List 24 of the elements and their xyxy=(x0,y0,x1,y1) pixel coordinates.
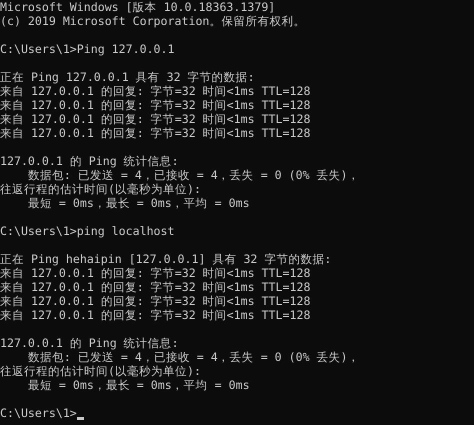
console-line: 来自 127.0.0.1 的回复: 字节=32 时间<1ms TTL=128 xyxy=(0,98,310,112)
console-line: 最短 = 0ms，最长 = 0ms，平均 = 0ms xyxy=(26,378,250,392)
console-line: 来自 127.0.0.1 的回复: 字节=32 时间<1ms TTL=128 xyxy=(0,266,310,280)
console-line: 来自 127.0.0.1 的回复: 字节=32 时间<1ms TTL=128 xyxy=(0,280,310,294)
command-prompt: C:\Users\1> xyxy=(0,406,77,420)
console-line: Microsoft Windows [版本 10.0.18363.1379] xyxy=(0,0,276,14)
console-line: C:\Users\1>ping localhost xyxy=(0,224,175,238)
console-line: 正在 Ping hehaipin [127.0.0.1] 具有 32 字节的数据: xyxy=(0,252,332,266)
console-line: 127.0.0.1 的 Ping 统计信息: xyxy=(0,154,179,168)
console-line: 数据包: 已发送 = 4，已接收 = 4，丢失 = 0 (0% 丢失)， xyxy=(26,350,360,364)
console-line: 来自 127.0.0.1 的回复: 字节=32 时间<1ms TTL=128 xyxy=(0,126,310,140)
console-line: 往返行程的估计时间(以毫秒为单位): xyxy=(0,364,201,378)
text-cursor xyxy=(76,417,84,420)
console-line: 数据包: 已发送 = 4，已接收 = 4，丢失 = 0 (0% 丢失)， xyxy=(26,168,360,182)
console-line: 127.0.0.1 的 Ping 统计信息: xyxy=(0,336,179,350)
console-line: 最短 = 0ms，最长 = 0ms，平均 = 0ms xyxy=(26,196,250,210)
console-line: C:\Users\1>Ping 127.0.0.1 xyxy=(0,42,175,56)
console-line: (c) 2019 Microsoft Corporation。保留所有权利。 xyxy=(0,14,306,28)
console-line: 来自 127.0.0.1 的回复: 字节=32 时间<1ms TTL=128 xyxy=(0,294,310,308)
console-line: 往返行程的估计时间(以毫秒为单位): xyxy=(0,182,201,196)
console-line: 来自 127.0.0.1 的回复: 字节=32 时间<1ms TTL=128 xyxy=(0,308,310,322)
console-line: 来自 127.0.0.1 的回复: 字节=32 时间<1ms TTL=128 xyxy=(0,84,310,98)
console-line: 正在 Ping 127.0.0.1 具有 32 字节的数据: xyxy=(0,70,255,84)
console-line: 来自 127.0.0.1 的回复: 字节=32 时间<1ms TTL=128 xyxy=(0,112,310,126)
